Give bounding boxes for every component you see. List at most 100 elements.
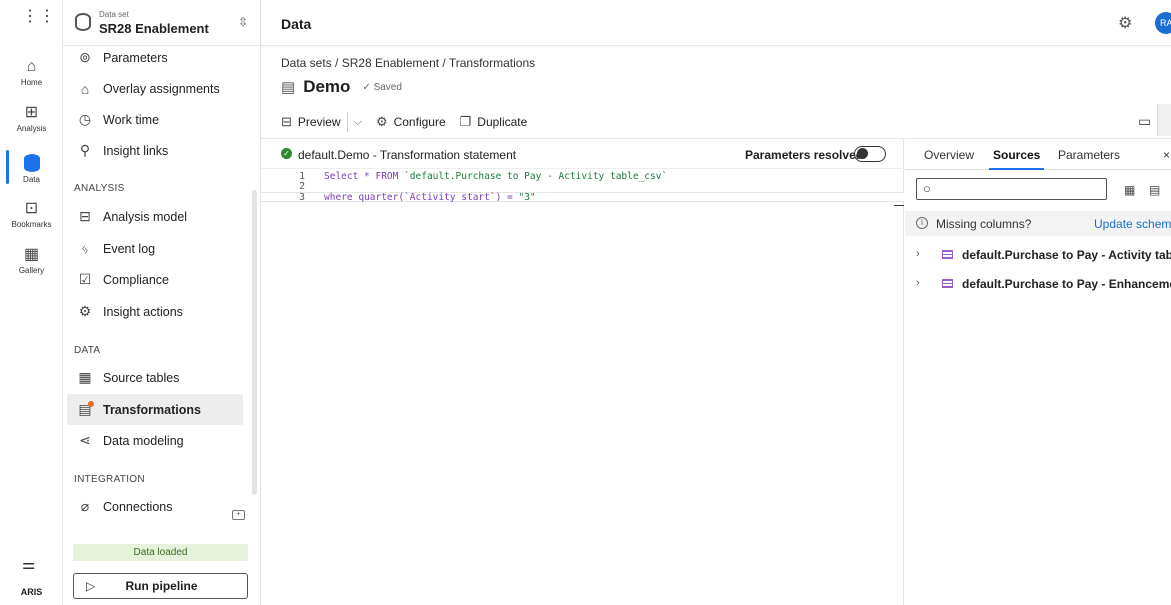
sidebar-item-insight-links[interactable]: ⚲ Insight links [67, 135, 243, 166]
gallery-icon: ▦ [23, 246, 40, 263]
code-string: `default.Purchase to Pay - Activity tabl… [404, 171, 668, 182]
update-schemas-link[interactable]: Update schemas [1094, 217, 1171, 231]
search-input[interactable]: ○ [916, 178, 1107, 200]
sidebar-item-label: Transformations [103, 402, 201, 417]
settings-gear-icon[interactable]: ⚙ [1118, 13, 1132, 33]
home-icon: ⌂ [26, 58, 37, 75]
sidebar-item-label: Connections [103, 499, 173, 514]
code-line: 3 where quarter(`Activity start`) = "3" [261, 192, 904, 203]
sidebar-item-overlay-assignments[interactable]: ⌂ Overlay assignments [67, 73, 243, 104]
clock-icon: ◷ [78, 111, 92, 127]
rail-bookmarks[interactable]: ⊡ Bookmarks [0, 200, 63, 229]
source-item[interactable]: › default.Purchase to Pay - Activity tab… [905, 241, 1171, 269]
link-icon: ⚲ [79, 142, 91, 158]
tab-overview[interactable]: Overview [924, 148, 974, 162]
rail-bookmarks-label: Bookmarks [11, 220, 52, 229]
sidebar-item-connections[interactable]: ⌀ Connections [67, 491, 243, 522]
status-badge: Data loaded [73, 544, 248, 561]
chevron-updown-icon: ⇳ [238, 15, 249, 29]
panel-tabs: Overview Sources Parameters × [905, 139, 1171, 170]
layout-bottom-icon[interactable]: ▭ [1138, 113, 1151, 130]
configure-icon: ⚙ [375, 114, 388, 129]
sidebar: Data set SR28 Enablement ⇳ ⊚ Parameters ⌂… [63, 0, 261, 605]
rail-gallery-label: Gallery [18, 266, 45, 275]
preview-button[interactable]: ⊟ Preview [281, 114, 341, 130]
rail-data[interactable]: Data [0, 175, 63, 184]
code-keyword: Select * FROM [324, 171, 405, 182]
saved-status: ✓ Saved [362, 81, 402, 93]
grid-view-icon[interactable]: ▦ [1124, 183, 1135, 197]
rail-gallery[interactable]: ▦ Gallery [0, 246, 63, 275]
preview-icon: ⊟ [281, 114, 292, 129]
configure-button[interactable]: ⚙ Configure [376, 114, 446, 130]
editor-header: ✓ default.Demo - Transformation statemen… [261, 139, 904, 169]
source-item[interactable]: › default.Purchase to Pay - Enhancement … [905, 270, 1171, 298]
sidebar-item-label: Source tables [103, 370, 180, 385]
page-title-row: ▤ Demo ✓ Saved [281, 77, 402, 97]
configure-label: Configure [393, 115, 446, 129]
sidebar-item-label: Event log [103, 241, 156, 256]
chevron-right-icon[interactable]: › [916, 277, 920, 289]
sidebar-item-label: Insight links [103, 143, 169, 158]
code-text: Select * FROM `default.Purchase to Pay -… [324, 172, 667, 182]
params-resolved-toggle[interactable] [854, 146, 886, 162]
sidebar-item-label: Compliance [103, 272, 170, 287]
info-icon: i [916, 217, 928, 229]
breadcrumb[interactable]: Data sets / SR28 Enablement / Transforma… [281, 56, 535, 70]
missing-columns-bar: i Missing columns? Update schemas [905, 211, 1171, 236]
sidebar-item-event-log[interactable]: ᛃ Event log [67, 233, 243, 264]
page-title: Demo [303, 77, 351, 96]
sidebar-item-source-tables[interactable]: ▦ Source tables [67, 362, 243, 393]
tab-sources[interactable]: Sources [988, 148, 1045, 170]
chevron-right-icon[interactable]: › [916, 248, 920, 260]
rail-analysis-label: Analysis [16, 124, 47, 133]
close-icon[interactable]: × [1163, 148, 1170, 162]
configure-view-icon[interactable]: ▤ [1149, 183, 1160, 197]
settings-sliders-icon[interactable]: ⚌ [22, 555, 35, 573]
code-area[interactable]: 1 Select * FROM `default.Purchase to Pay… [261, 172, 904, 203]
table-icon [942, 250, 953, 259]
toggle-knob [857, 148, 868, 159]
database-icon [24, 154, 40, 172]
code-text: where quarter(`Activity start`) = "3" [324, 193, 536, 203]
app-rail: ⋮⋮⋮ ⌂ Home ⊞ Analysis Data ⊡ Bookmarks ▦… [0, 0, 72, 605]
section-integration: INTEGRATION [74, 474, 145, 485]
layout-side-icon[interactable] [1157, 104, 1171, 136]
sources-panel: Overview Sources Parameters × ○ ▦ ▤ i Mi… [905, 138, 1171, 605]
run-pipeline-label: Run pipeline [125, 579, 198, 593]
sidebar-scrollbar[interactable] [252, 190, 257, 495]
tab-parameters[interactable]: Parameters [1058, 148, 1120, 162]
sidebar-item-compliance[interactable]: ☑ Compliance [67, 264, 243, 295]
sidebar-item-transformations[interactable]: ▤ Transformations [67, 394, 243, 425]
rail-home[interactable]: ⌂ Home [0, 58, 63, 87]
line-number: 2 [299, 181, 305, 192]
add-connection-icon[interactable]: + [232, 510, 245, 520]
divider [346, 112, 348, 132]
sidebar-item-parameters[interactable]: ⊚ Parameters [67, 42, 243, 73]
sidebar-item-insight-actions[interactable]: ⚙ Insight actions [67, 296, 243, 327]
chevron-down-icon[interactable]: ⌵ [354, 116, 362, 129]
dataset-selector[interactable]: Data set SR28 Enablement ⇳ [63, 0, 261, 46]
sidebar-item-label: Analysis model [103, 209, 188, 224]
search-icon: ○ [923, 181, 931, 196]
rail-analysis[interactable]: ⊞ Analysis [0, 104, 63, 133]
run-pipeline-button[interactable]: ▷ Run pipeline [73, 573, 248, 599]
data-modeling-icon: ⋖ [79, 432, 91, 448]
connection-icon: ⌀ [80, 498, 90, 514]
duplicate-icon: ❐ [459, 114, 472, 129]
line-number: 3 [299, 192, 305, 203]
avatar[interactable]: RA [1155, 12, 1171, 34]
sidebar-item-analysis-model[interactable]: ⊟ Analysis model [67, 201, 243, 232]
top-header: Data ⚙ RA [261, 0, 1171, 46]
table-icon: ▦ [78, 369, 92, 385]
resize-handle[interactable] [894, 205, 904, 206]
notification-dot [88, 401, 94, 407]
event-log-icon: ᛃ [80, 240, 90, 257]
sidebar-item-work-time[interactable]: ◷ Work time [67, 104, 243, 135]
duplicate-button[interactable]: ❐ Duplicate [460, 114, 528, 130]
table-icon [942, 279, 953, 288]
sidebar-item-data-modeling[interactable]: ⋖ Data modeling [67, 425, 243, 456]
code-string: "3" [518, 192, 536, 203]
compliance-icon: ☑ [78, 271, 92, 287]
insight-actions-icon: ⚙ [78, 303, 92, 319]
